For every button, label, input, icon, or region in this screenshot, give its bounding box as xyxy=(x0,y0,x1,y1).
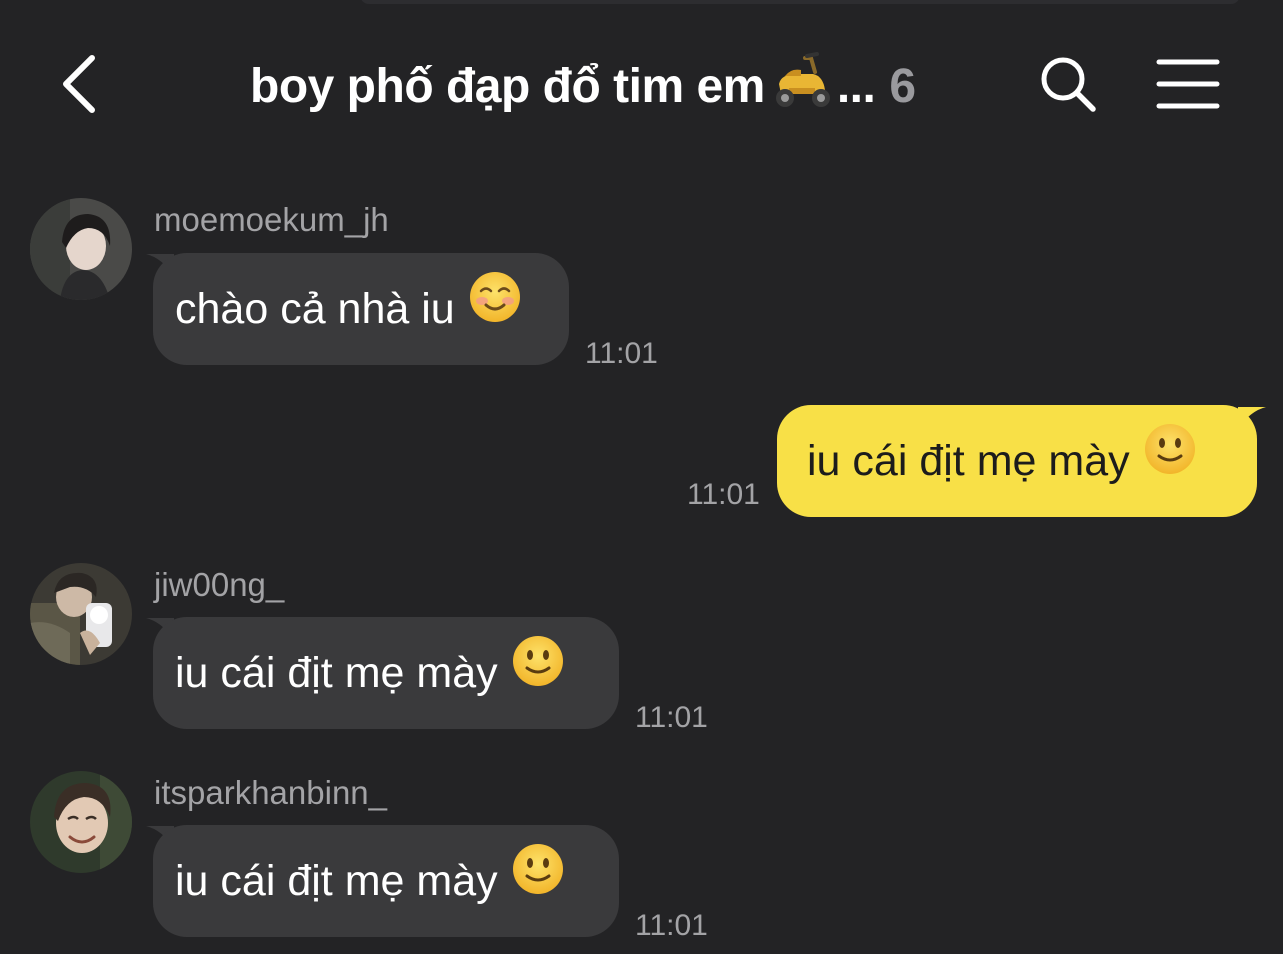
message-text: iu cái địt mẹ mày xyxy=(175,649,498,697)
back-button[interactable] xyxy=(58,52,102,116)
message-time: 11:01 xyxy=(635,701,708,734)
sender-name: jiw00ng_ xyxy=(154,566,285,603)
message-time: 11:01 xyxy=(635,909,708,942)
slightly-smiling-face-icon xyxy=(512,617,564,729)
avatar[interactable] xyxy=(30,563,132,665)
slightly-smiling-face-icon xyxy=(512,825,564,937)
message-text: chào cả nhà iu xyxy=(175,285,455,333)
message-bubble[interactable]: iu cái địt mẹ mày xyxy=(777,405,1257,517)
menu-button[interactable] xyxy=(1156,58,1220,110)
search-icon xyxy=(1041,57,1096,112)
message-time: 11:01 xyxy=(687,478,760,511)
chat-title-ellipsis: ... xyxy=(836,60,876,114)
bubble-tail xyxy=(1238,407,1266,429)
avatar[interactable] xyxy=(30,198,132,300)
search-button[interactable] xyxy=(1038,54,1098,114)
member-count: 6 xyxy=(889,60,916,114)
message-time: 11:01 xyxy=(585,337,658,370)
smiling-face-icon xyxy=(469,253,521,365)
sender-name: moemoekum_jh xyxy=(154,201,389,238)
slightly-smiling-face-icon xyxy=(1144,405,1196,517)
chat-title-text: boy phố đạp đổ tim em xyxy=(250,60,765,114)
chat-header: boy phố đạp đổ tim em ... 6 xyxy=(0,0,1283,170)
chat-title[interactable]: boy phố đạp đổ tim em ... 6 xyxy=(250,52,916,116)
back-chevron-icon xyxy=(63,55,95,113)
avatar[interactable] xyxy=(30,771,132,873)
menu-icon xyxy=(1156,59,1220,109)
sender-name: itsparkhanbinn_ xyxy=(154,774,387,811)
message-bubble[interactable]: chào cả nhà iu xyxy=(153,253,569,365)
scooter-emoji-icon xyxy=(771,52,833,127)
message-bubble[interactable]: iu cái địt mẹ mày xyxy=(153,617,619,729)
message-text: iu cái địt mẹ mày xyxy=(807,437,1130,485)
message-bubble[interactable]: iu cái địt mẹ mày xyxy=(153,825,619,937)
message-text: iu cái địt mẹ mày xyxy=(175,857,498,905)
